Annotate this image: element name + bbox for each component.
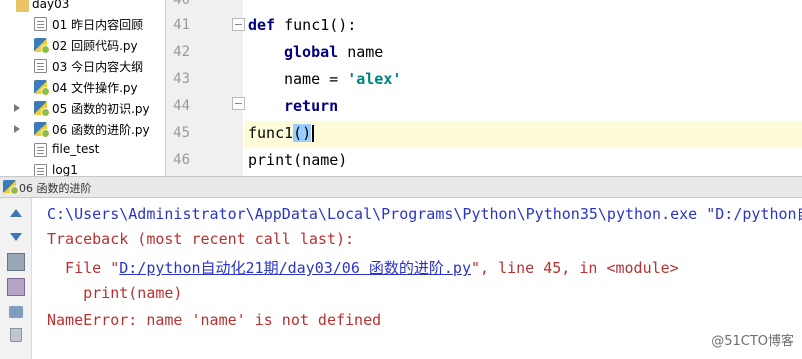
file-prefix: File "	[47, 259, 120, 277]
scroll-down-button[interactable]	[5, 227, 27, 247]
line-number: 40	[173, 0, 190, 8]
file-link[interactable]: D:/python自动化21期/day03/06 函数的进阶.py	[119, 259, 471, 277]
tree-item-01[interactable]: 01 昨日内容回顾	[0, 13, 165, 34]
keyword-token: global	[284, 43, 339, 61]
clear-all-button[interactable]	[5, 325, 27, 345]
print-button[interactable]	[5, 302, 27, 322]
tree-item-file-test[interactable]: file_test	[0, 139, 165, 160]
line-number: 42	[173, 44, 190, 60]
code-line-42: global name	[284, 43, 383, 61]
file-suffix: ", line 45, in <module>	[471, 259, 679, 277]
line-number: 43	[173, 71, 190, 87]
tree-item-04[interactable]: 04 文件操作.py	[0, 76, 165, 97]
tree-item-log1[interactable]: log1	[0, 160, 165, 176]
matched-paren: ()	[293, 124, 312, 142]
console-file-line: File "D:/python自动化21期/day03/06 函数的进阶.py"…	[47, 257, 679, 278]
python-file-icon	[34, 80, 50, 96]
python-file-icon	[34, 101, 50, 117]
tree-item-label: 05 函数的初识.py	[52, 102, 150, 116]
line-number: 45	[173, 125, 190, 141]
line-number: 41	[173, 17, 190, 33]
soft-wrap-button[interactable]	[5, 252, 27, 272]
tree-item-label: 02 回顾代码.py	[52, 39, 138, 53]
expand-arrow-icon[interactable]	[14, 125, 20, 133]
console-output[interactable]: C:\Users\Administrator\AppData\Local\Pro…	[33, 198, 802, 359]
code-area[interactable]: def func1(): global name name = 'alex' r…	[244, 0, 802, 176]
tree-item-02[interactable]: 02 回顾代码.py	[0, 34, 165, 55]
code-line-41: def func1():	[248, 16, 356, 34]
scroll-up-button[interactable]	[5, 203, 27, 223]
code-line-46: print(name)	[248, 151, 347, 169]
tree-item-05[interactable]: 05 函数的初识.py	[0, 97, 165, 118]
tree-item-label: log1	[52, 163, 78, 176]
code-line-45: func1()	[248, 124, 315, 142]
text-file-icon	[34, 143, 47, 157]
line-number: 46	[173, 152, 190, 168]
console-traceback-line: Traceback (most recent call last):	[47, 230, 355, 248]
expand-arrow-icon[interactable]	[14, 104, 20, 112]
tree-item-03[interactable]: 03 今日内容大纲	[0, 55, 165, 76]
run-tab-label[interactable]: 06 函数的进阶	[19, 180, 92, 196]
code-token: func1	[248, 124, 294, 142]
wrap-icon	[7, 253, 25, 271]
console-command-line: C:\Users\Administrator\AppData\Local\Pro…	[47, 205, 802, 223]
code-line-43: name = 'alex'	[284, 70, 401, 88]
line-number: 44	[173, 98, 190, 114]
tree-item-label: 04 文件操作.py	[52, 81, 138, 95]
code-line-44: return	[284, 97, 338, 115]
editor-gutter: 40 41 42 43 44 45 46	[166, 0, 245, 176]
print-icon	[9, 306, 23, 318]
tree-folder-label: day03	[32, 0, 70, 11]
string-token: 'alex'	[347, 70, 402, 88]
run-toolbar	[0, 198, 32, 359]
scroll-to-end-button[interactable]	[5, 277, 27, 297]
run-panel-header[interactable]: 06 函数的进阶	[0, 176, 802, 198]
keyword-token: return	[284, 97, 339, 115]
watermark: @51CTO博客	[711, 334, 794, 349]
console-error-line: NameError: name 'name' is not defined	[47, 311, 382, 329]
code-token: print(name)	[248, 151, 348, 169]
tree-item-label: 06 函数的进阶.py	[52, 123, 150, 137]
code-token: name =	[284, 70, 348, 88]
code-token: func1():	[275, 16, 357, 34]
current-line-highlight	[244, 121, 802, 147]
trash-icon	[10, 328, 22, 342]
tree-item-label: file_test	[52, 142, 100, 156]
python-run-icon	[3, 180, 19, 195]
text-caret	[312, 125, 315, 142]
arrow-up-icon	[10, 209, 22, 217]
python-file-icon	[34, 38, 50, 54]
code-token: name	[338, 43, 384, 61]
keyword-token: def	[248, 16, 276, 34]
text-file-icon	[34, 59, 47, 73]
tree-item-label: 01 昨日内容回顾	[52, 18, 144, 32]
text-file-icon	[34, 17, 47, 31]
console-source-line: print(name)	[47, 284, 183, 302]
python-file-icon	[34, 122, 50, 138]
folder-icon	[16, 0, 29, 12]
text-file-icon	[34, 164, 47, 176]
tree-item-label: 03 今日内容大纲	[52, 60, 144, 74]
code-editor[interactable]: 40 41 42 43 44 45 46 def func1(): global…	[166, 0, 802, 176]
arrow-down-icon	[10, 233, 22, 241]
project-tree: day03 01 昨日内容回顾 02 回顾代码.py 03 今日内容大纲 04 …	[0, 0, 166, 176]
scroll-end-icon	[7, 278, 25, 296]
tree-item-06[interactable]: 06 函数的进阶.py	[0, 118, 165, 139]
